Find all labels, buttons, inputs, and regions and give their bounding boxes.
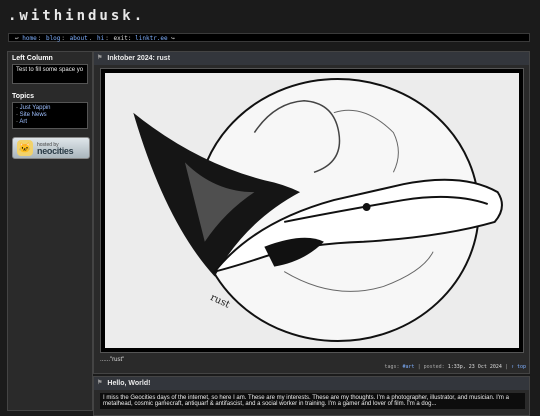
post-hello-world: ⚑ Hello, World! I miss the Geocities day… [93,376,530,416]
nav-blog-link[interactable]: blog [46,35,60,42]
left-column: Left Column Test to fill some space yo T… [7,51,93,411]
nav-exit-label: exit: [113,35,132,42]
tags-label: tags: [384,364,400,370]
back-to-top-link[interactable]: ↑ top [511,364,526,370]
badge-big-text: neocities [37,146,74,156]
post-header: ⚑ Inktober 2024: rust [94,52,529,65]
left-column-title: Left Column [12,55,53,62]
topics-title: Topics [12,93,35,100]
nav-home-link[interactable]: home [22,35,36,42]
post-title: Inktober 2024: rust [107,55,171,62]
post-flag-icon: ⚑ [97,55,103,61]
post-meta: tags: #art | posted: 1:33p, 23 Oct 2024 … [384,364,526,370]
top-navbar: ↩ home: blog: about. hi: exit: linktr.ee… [8,33,530,42]
artwork-drawing: rust [133,77,503,343]
nav-prefix: ↩ [15,35,19,42]
post-title: Hello, World! [107,380,151,387]
posted-label: posted: [423,364,445,370]
topic-link-art[interactable]: Art [19,119,27,125]
artwork-paper: rust [105,73,519,348]
nav-linktree-link[interactable]: linktr.ee [135,35,168,42]
nav-about-link[interactable]: about [70,35,88,42]
post-caption: ......"rust" [100,357,125,363]
post-flag-icon: ⚑ [97,380,103,386]
topic-item: · Just Yappin [16,105,51,111]
neocities-badge[interactable]: 🐱 hosted by neocities [12,137,90,159]
post-artwork: rust [100,68,524,353]
post-body-text: I miss the Geocities days of the interne… [100,393,525,409]
svg-text:rust: rust [208,292,231,311]
post-header: ⚑ Hello, World! [94,377,529,390]
tag-link-art[interactable]: #art [403,364,415,370]
site-title: .withindusk. [8,8,146,24]
posted-date: 1:33p, 23 Oct 2024 [447,364,502,370]
neocities-cat-icon: 🐱 [17,140,33,156]
topic-link-site-news[interactable]: Site News [20,112,47,118]
left-column-text: Test to fill some space yo [12,64,88,84]
post-inktober-rust: ⚑ Inktober 2024: rust rust ......"rust" … [93,51,530,374]
topic-link-just-yappin[interactable]: Just Yappin [20,105,51,111]
topics-list: · Just Yappin · Site News · Art [12,102,88,129]
topic-item: · Site News [16,112,47,118]
nav-suffix: ↪ [171,35,175,42]
topic-item: · Art [16,119,28,125]
